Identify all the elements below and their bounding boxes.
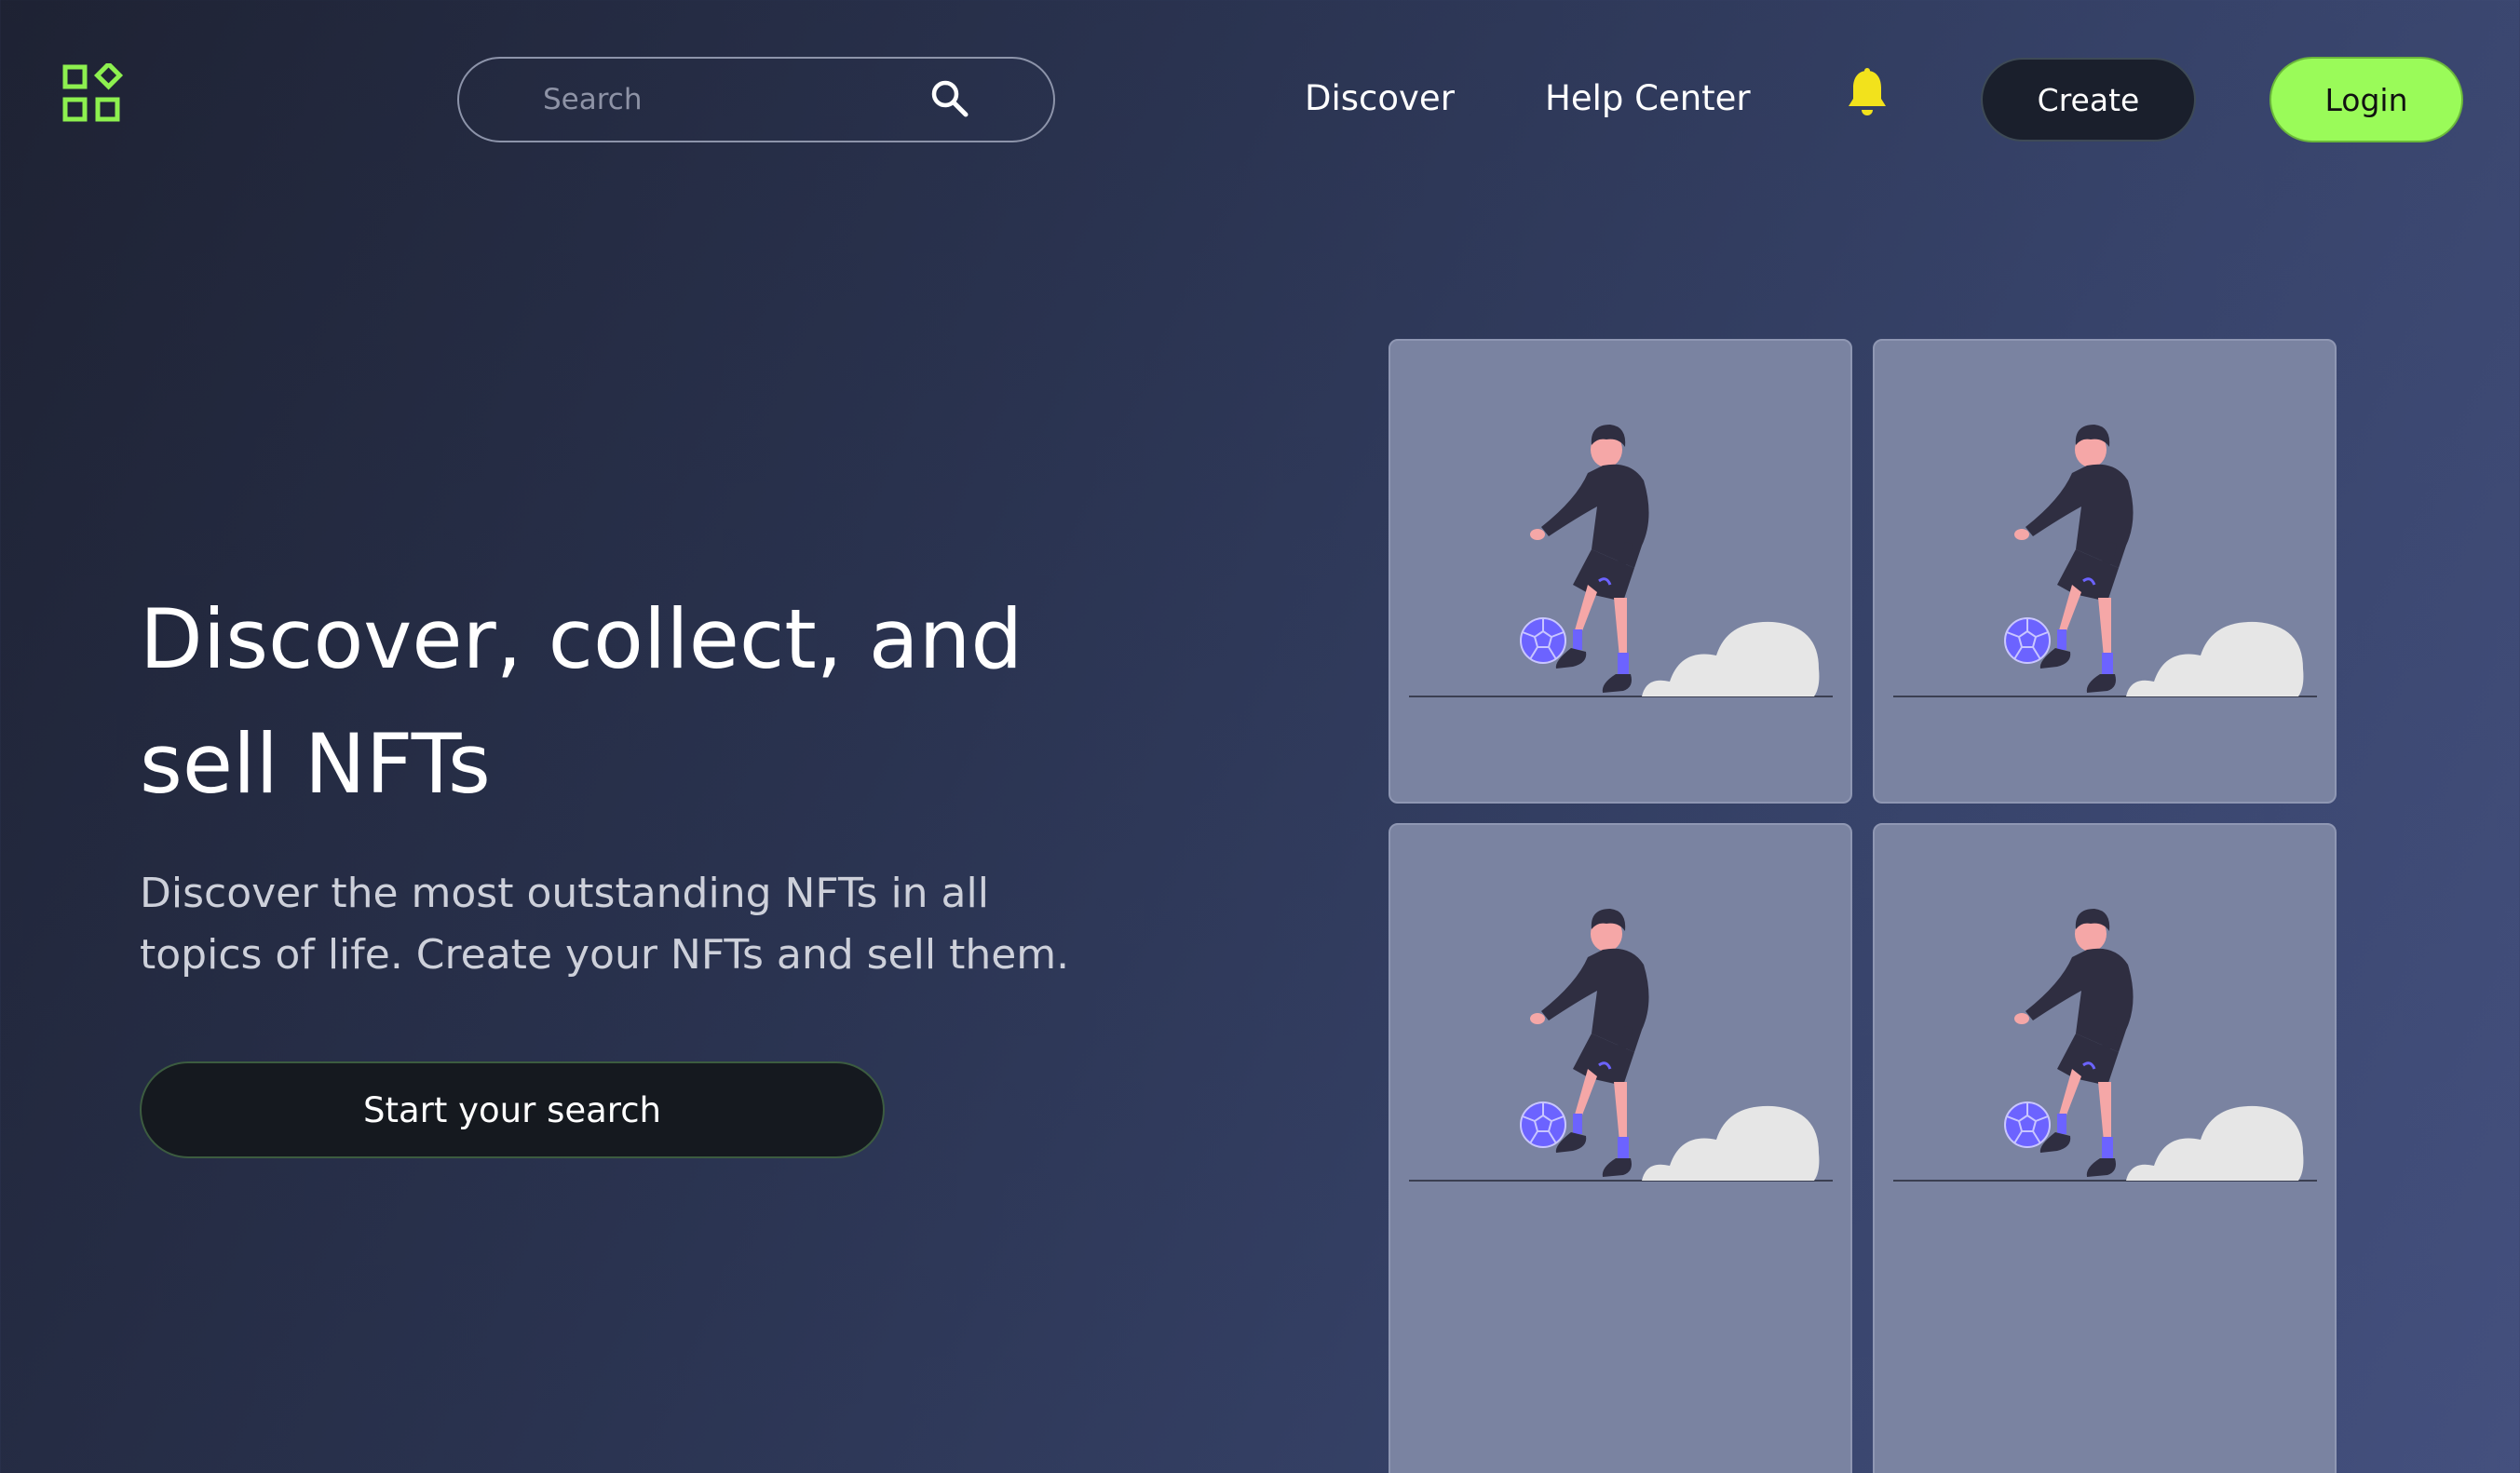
nft-card[interactable] bbox=[1389, 339, 1852, 804]
nft-card[interactable] bbox=[1873, 823, 2337, 1473]
soccer-player-illustration bbox=[1893, 425, 2317, 697]
nav-help-center[interactable]: Help Center bbox=[1545, 73, 1751, 125]
start-search-button[interactable]: Start your search bbox=[140, 1061, 885, 1158]
nft-card[interactable] bbox=[1389, 823, 1852, 1473]
search-bar bbox=[457, 57, 1055, 142]
bell-icon[interactable] bbox=[1846, 67, 1889, 119]
hero-subtitle: Discover the most outstanding NFTs in al… bbox=[140, 870, 1070, 979]
logo[interactable] bbox=[61, 61, 124, 125]
search-input[interactable] bbox=[543, 83, 897, 116]
soccer-player-illustration bbox=[1409, 425, 1833, 697]
apps-grid-icon bbox=[62, 61, 124, 122]
nft-card[interactable] bbox=[1873, 339, 2337, 804]
soccer-player-illustration bbox=[1893, 909, 2317, 1182]
hero-title: Discover, collect, and sell NFTs bbox=[140, 591, 1023, 812]
soccer-player-illustration bbox=[1409, 909, 1833, 1182]
search-icon[interactable] bbox=[928, 77, 971, 120]
create-button[interactable]: Create bbox=[1981, 58, 2196, 142]
login-button[interactable]: Login bbox=[2269, 57, 2463, 142]
nav-discover[interactable]: Discover bbox=[1305, 73, 1455, 125]
